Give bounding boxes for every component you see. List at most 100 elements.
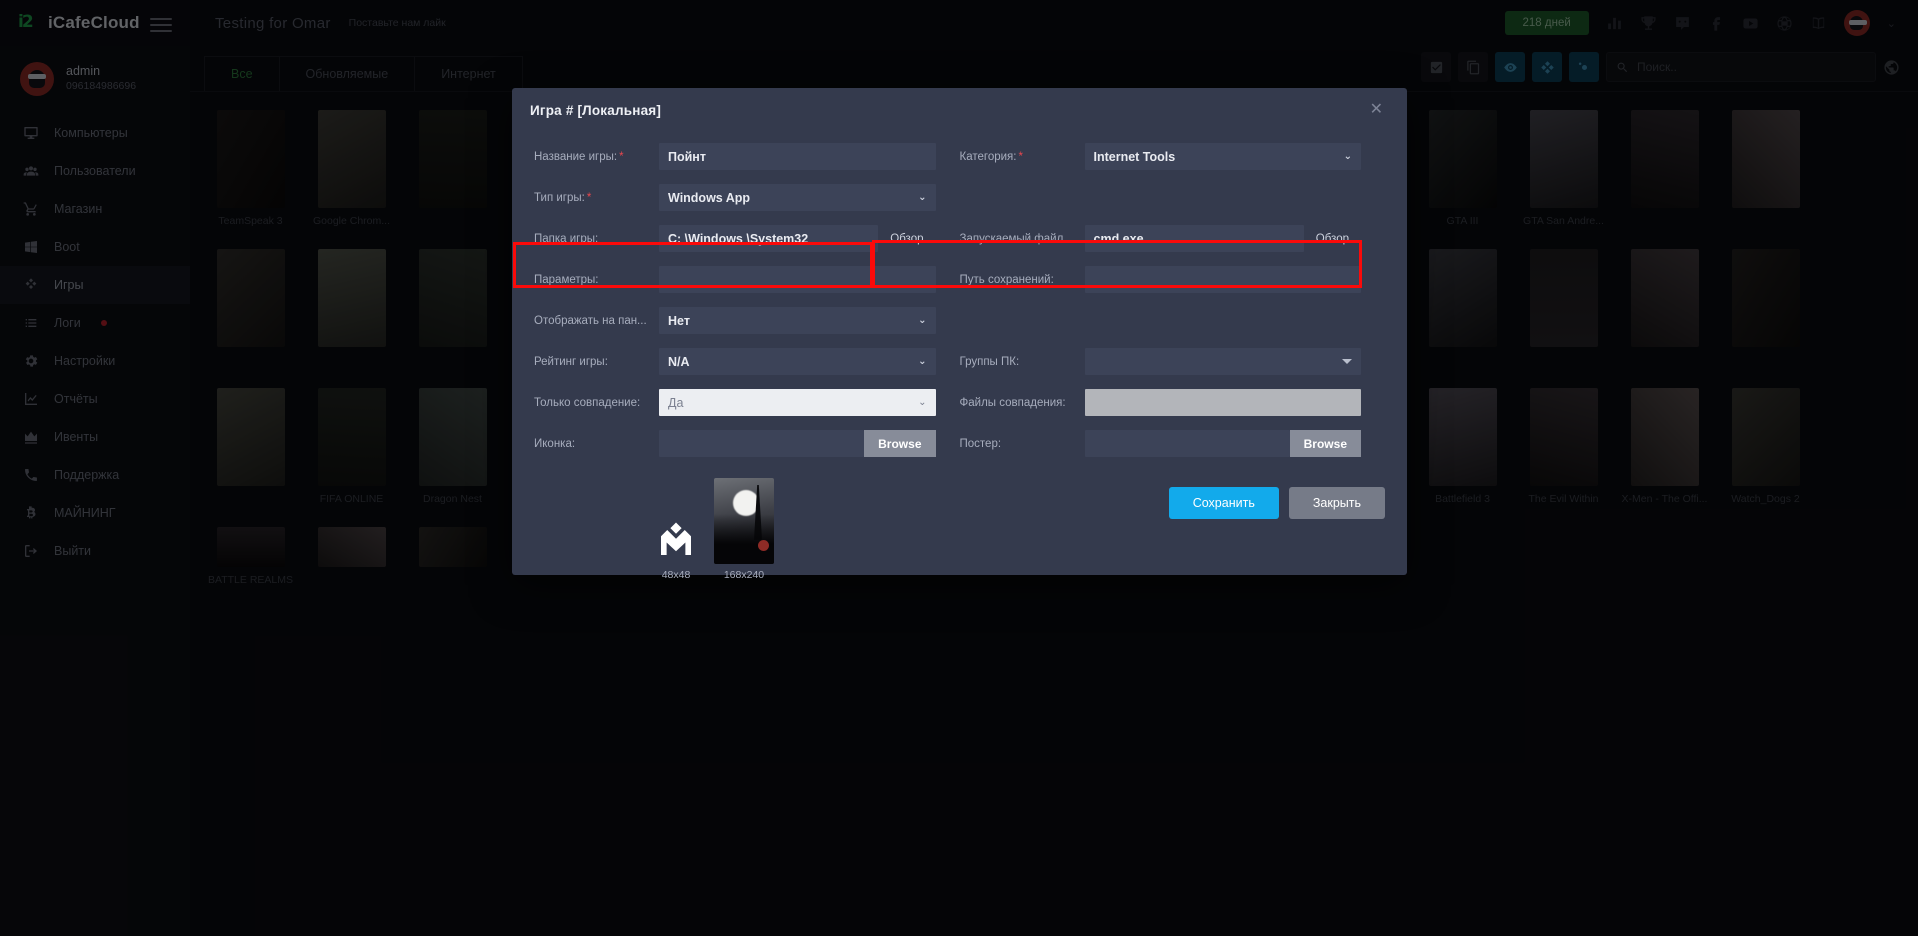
game-card[interactable]: [1715, 249, 1816, 366]
required-marker: *: [1018, 150, 1023, 163]
game-card[interactable]: [1614, 110, 1715, 227]
sidebar-item-4[interactable]: Игры: [0, 266, 190, 304]
game-rating-select[interactable]: N/A ⌄: [659, 348, 936, 375]
icon-browse-button[interactable]: Browse: [864, 430, 936, 457]
game-thumbnail: [418, 249, 487, 347]
sidebar-item-5[interactable]: Логи: [0, 304, 190, 342]
game-title: X-Men - The Offi...: [1621, 493, 1708, 505]
icon-size-label: 48x48: [661, 569, 691, 581]
game-card[interactable]: [301, 527, 402, 586]
tab-0[interactable]: Все: [204, 56, 280, 91]
game-card[interactable]: Watch_Dogs 2: [1715, 388, 1816, 505]
close-button[interactable]: Закрыть: [1288, 487, 1385, 519]
globe-icon[interactable]: [1776, 15, 1793, 32]
tab-2[interactable]: Интернет: [415, 56, 523, 91]
sidebar-item-7[interactable]: Отчёты: [0, 380, 190, 418]
game-folder-input[interactable]: [659, 225, 879, 252]
settings-gear-icon[interactable]: [1569, 52, 1599, 82]
icon-input[interactable]: [659, 430, 865, 457]
games-icon[interactable]: [1532, 52, 1562, 82]
sidebar-item-label: Поддержка: [54, 468, 120, 482]
sidebar-item-1[interactable]: Пользователи: [0, 152, 190, 190]
game-card[interactable]: Dragon Nest: [402, 388, 503, 505]
game-type-select[interactable]: Windows App ⌄: [659, 184, 936, 211]
game-title: TeamSpeak 3: [218, 215, 283, 227]
game-rating-value: N/A: [668, 354, 690, 369]
game-card[interactable]: [200, 388, 301, 505]
check-square-icon[interactable]: [1421, 52, 1451, 82]
game-name-input[interactable]: [659, 143, 936, 170]
game-thumbnail: [317, 388, 386, 486]
show-on-panel-select[interactable]: Нет ⌄: [659, 307, 936, 334]
field-game-rating: Рейтинг игры: N/A ⌄: [534, 348, 960, 375]
sidebar-item-2[interactable]: Магазин: [0, 190, 190, 228]
game-card[interactable]: [1614, 249, 1715, 366]
hamburger-menu-icon[interactable]: [150, 14, 172, 36]
book-icon[interactable]: [1810, 15, 1827, 32]
match-only-select[interactable]: Да ⌄: [659, 389, 936, 416]
game-thumbnail: [216, 527, 285, 567]
game-card[interactable]: TeamSpeak 3: [200, 110, 301, 227]
save-path-input[interactable]: [1084, 266, 1361, 293]
game-card[interactable]: [200, 249, 301, 366]
game-card[interactable]: Google Chrom...: [301, 110, 402, 227]
facebook-icon[interactable]: [1708, 15, 1725, 32]
parameters-input[interactable]: [659, 266, 936, 293]
eye-icon[interactable]: [1495, 52, 1525, 82]
exe-file-browse-button[interactable]: Обзор: [1303, 225, 1361, 252]
field-label: Путь сохранений:: [959, 273, 1054, 286]
brand-name: iCafeCloud: [48, 13, 140, 32]
match-files-input[interactable]: [1084, 389, 1361, 416]
sidebar-item-label: Игры: [54, 278, 84, 292]
game-card[interactable]: [402, 110, 503, 227]
game-card[interactable]: BATTLE REALMS: [200, 527, 301, 586]
app-root: i2 iCafeCloud admin 096184986696 Компьют…: [0, 0, 1918, 936]
sidebar-item-6[interactable]: Настройки: [0, 342, 190, 380]
save-button[interactable]: Сохранить: [1168, 487, 1279, 519]
poster-input[interactable]: [1084, 430, 1290, 457]
game-card[interactable]: [1513, 249, 1614, 366]
avatar[interactable]: [1843, 10, 1870, 36]
game-title: GTA San Andre...: [1523, 215, 1604, 227]
sidebar-user[interactable]: admin 096184986696: [0, 46, 190, 114]
sidebar-item-0[interactable]: Компьютеры: [0, 114, 190, 152]
game-card[interactable]: [402, 249, 503, 366]
game-folder-browse-button[interactable]: Обзор: [878, 225, 936, 252]
search-input[interactable]: [1637, 60, 1875, 74]
category-select[interactable]: Internet Tools ⌄: [1084, 143, 1361, 170]
poster-browse-button[interactable]: Browse: [1289, 430, 1361, 457]
sidebar-item-10[interactable]: МАЙНИНГ: [0, 494, 190, 532]
game-card[interactable]: The Evil Within: [1513, 388, 1614, 505]
chevron-down-icon[interactable]: ⌄: [1887, 17, 1896, 30]
search-box[interactable]: [1606, 52, 1876, 82]
globe-icon[interactable]: [1883, 59, 1900, 76]
trophy-icon[interactable]: [1640, 15, 1657, 32]
sidebar-item-11[interactable]: Выйти: [0, 532, 190, 570]
game-card[interactable]: GTA San Andre...: [1513, 110, 1614, 227]
copy-icon[interactable]: [1458, 52, 1488, 82]
youtube-icon[interactable]: [1742, 15, 1759, 32]
game-card[interactable]: X-Men - The Offi...: [1614, 388, 1715, 505]
pc-groups-select[interactable]: [1084, 348, 1361, 375]
sidebar-item-3[interactable]: Boot: [0, 228, 190, 266]
stats-icon[interactable]: [1606, 15, 1623, 32]
game-card[interactable]: [402, 527, 503, 586]
game-card[interactable]: [1412, 249, 1513, 366]
list-icon: [22, 314, 40, 332]
poster-preview[interactable]: 168x240: [714, 478, 774, 581]
tab-1[interactable]: Обновляемые: [279, 56, 416, 91]
game-card[interactable]: [1715, 110, 1816, 227]
discord-icon[interactable]: [1674, 15, 1691, 32]
sidebar-item-9[interactable]: Поддержка: [0, 456, 190, 494]
game-card[interactable]: [301, 249, 402, 366]
game-title: GTA III: [1446, 215, 1479, 227]
exe-file-input[interactable]: [1084, 225, 1304, 252]
sidebar-item-8[interactable]: Ивенты: [0, 418, 190, 456]
days-remaining-badge[interactable]: 218 дней: [1504, 11, 1589, 35]
game-title: The Evil Within: [1528, 493, 1599, 505]
game-card[interactable]: Battlefield 3: [1412, 388, 1513, 505]
game-card[interactable]: FIFA ONLINE: [301, 388, 402, 505]
game-card[interactable]: GTA III: [1412, 110, 1513, 227]
close-icon[interactable]: ✕: [1364, 98, 1389, 122]
icon-preview[interactable]: 48x48: [652, 516, 700, 581]
